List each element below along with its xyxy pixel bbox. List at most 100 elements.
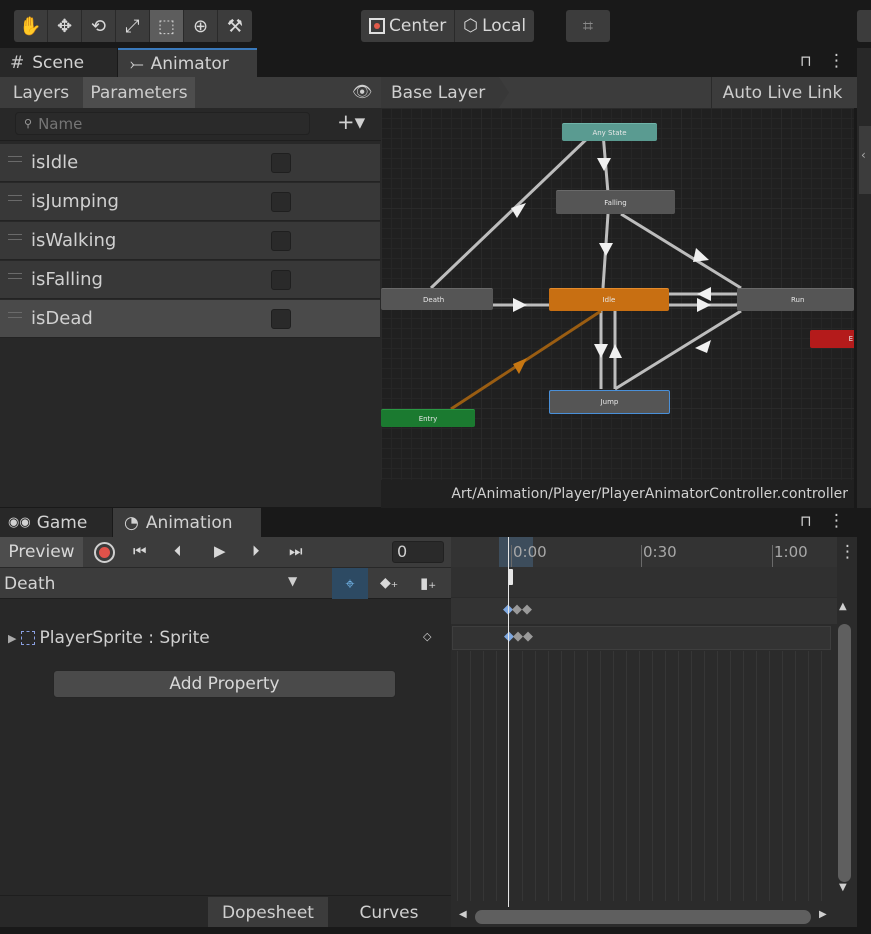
parameter-row[interactable]: isFalling: [0, 261, 380, 299]
space-local-button[interactable]: ⬡ Local: [455, 10, 534, 42]
state-jump[interactable]: Jump: [549, 390, 670, 414]
state-label: Idle: [602, 296, 616, 304]
timeline-menu-icon[interactable]: ⋮: [839, 542, 856, 562]
keyframe-diamond[interactable]: ◆◆: [512, 602, 532, 617]
rotate-tool-button[interactable]: ⟲: [82, 10, 116, 42]
tab-animator-label: Animator: [150, 53, 229, 74]
panel-menu-icon[interactable]: ⋮: [828, 51, 845, 71]
parameter-name[interactable]: isWalking: [31, 230, 261, 251]
clip-dropdown[interactable]: Death ▼: [0, 568, 306, 599]
space-label: Local: [482, 16, 527, 36]
property-row[interactable]: ▶ PlayerSprite : Sprite ◇: [0, 625, 451, 651]
expand-arrow-icon[interactable]: ▶: [8, 632, 16, 645]
record-button[interactable]: [94, 542, 115, 563]
state-falling[interactable]: Falling: [556, 190, 675, 214]
parameter-checkbox[interactable]: [271, 309, 291, 329]
tick-label: 0:00: [513, 543, 547, 561]
parameter-row[interactable]: isIdle: [0, 144, 380, 182]
play-icon[interactable]: ▶: [214, 542, 226, 560]
next-key-icon[interactable]: ⏵: [252, 542, 260, 560]
scale-tool-button[interactable]: ⤢: [116, 10, 150, 42]
keyframe-mode-button[interactable]: ⌖: [332, 568, 368, 599]
transform-tool-button[interactable]: ⊕: [184, 10, 218, 42]
state-exit[interactable]: E: [810, 330, 854, 348]
rect-tool-button[interactable]: ⬚: [150, 10, 184, 42]
parameter-search[interactable]: ⚲: [15, 112, 310, 135]
add-parameter-button[interactable]: +▾: [337, 110, 365, 134]
horizontal-scrollbar[interactable]: ◀ ▶: [451, 907, 837, 927]
main-toolbar: ✋ ✥ ⟲ ⤢ ⬚ ⊕ ⚒ Center ⬡ Local ⌗: [0, 0, 871, 48]
horizontal-scroll-thumb[interactable]: [475, 910, 811, 924]
parameter-name[interactable]: isIdle: [31, 152, 261, 173]
vertical-scrollbar[interactable]: ▲ ▼: [837, 597, 857, 902]
parameter-search-input[interactable]: [38, 114, 299, 133]
drag-handle-icon[interactable]: [8, 155, 22, 162]
parameter-row[interactable]: isJumping: [0, 183, 380, 221]
parameter-name[interactable]: isJumping: [31, 191, 261, 212]
state-run[interactable]: Run: [737, 288, 854, 311]
hand-tool-button[interactable]: ✋: [14, 10, 48, 42]
scroll-down-icon[interactable]: ▼: [839, 882, 847, 893]
breadcrumb[interactable]: Base Layer: [381, 77, 509, 108]
pivot-center-button[interactable]: Center: [361, 10, 456, 42]
dopesheet-label: Dopesheet: [222, 902, 314, 923]
drag-handle-icon[interactable]: [8, 311, 22, 318]
state-entry[interactable]: Entry: [381, 409, 475, 427]
state-any-state[interactable]: Any State: [562, 123, 657, 141]
parameter-checkbox[interactable]: [271, 231, 291, 251]
prev-key-icon[interactable]: ⏴: [174, 542, 182, 560]
panel-menu-icon[interactable]: ⋮: [828, 511, 845, 531]
scroll-up-icon[interactable]: ▲: [839, 601, 847, 612]
tab-layers[interactable]: Layers: [0, 77, 82, 108]
scroll-right-icon[interactable]: ▶: [819, 909, 827, 920]
scale-icon: ⤢: [125, 15, 140, 37]
dock-collapse-handle[interactable]: ‹: [859, 126, 871, 194]
add-property-button[interactable]: Add Property: [53, 670, 396, 698]
last-key-icon[interactable]: ⏭: [289, 542, 303, 560]
drag-handle-icon[interactable]: [8, 233, 22, 240]
animator-graph[interactable]: Any State Falling Death Idle Run E Jump …: [381, 108, 854, 480]
state-death[interactable]: Death: [381, 288, 493, 310]
tab-dopesheet[interactable]: Dopesheet: [208, 897, 328, 928]
tab-parameters[interactable]: Parameters: [83, 77, 195, 108]
scroll-left-icon[interactable]: ◀: [459, 909, 467, 920]
add-event-icon[interactable]: ▮₊: [420, 574, 436, 592]
auto-live-link-button[interactable]: Auto Live Link: [711, 77, 853, 108]
parameter-checkbox[interactable]: [271, 192, 291, 212]
dopesheet[interactable]: 0:00 0:30 1:00 ⋮ ◆ ◆◆ ◆ ◆◆ ▲ ▼ ◀ ▶: [451, 537, 857, 927]
diamond-icon[interactable]: ◇: [423, 630, 431, 643]
first-key-icon[interactable]: ⏮: [133, 542, 147, 560]
parameter-checkbox[interactable]: [271, 270, 291, 290]
grid-snap-button[interactable]: ⌗: [566, 10, 610, 42]
transition-arrow: [609, 344, 622, 358]
move-tool-button[interactable]: ✥: [48, 10, 82, 42]
parameter-row[interactable]: isDead: [0, 300, 380, 338]
state-label: Death: [423, 295, 445, 304]
custom-tool-button[interactable]: ⚒: [218, 10, 252, 42]
preview-button[interactable]: Preview: [0, 537, 83, 567]
parameter-name[interactable]: isDead: [31, 308, 261, 329]
toolbar-overflow: [857, 10, 871, 42]
eye-icon[interactable]: 👁: [352, 82, 372, 101]
tab-game[interactable]: ◉◉ Game: [0, 508, 112, 537]
add-keyframe-icon[interactable]: ◆₊: [380, 575, 398, 591]
frame-field[interactable]: 0: [392, 541, 444, 563]
parameter-row[interactable]: isWalking: [0, 222, 380, 260]
vertical-scroll-thumb[interactable]: [838, 624, 851, 882]
parameter-name[interactable]: isFalling: [31, 269, 261, 290]
keyframe-diamond[interactable]: ◆◆: [513, 629, 533, 644]
tab-scene[interactable]: # Scene: [0, 48, 117, 77]
lock-icon[interactable]: ⊓: [800, 52, 812, 70]
lock-icon[interactable]: ⊓: [800, 512, 812, 530]
parameter-checkbox[interactable]: [271, 153, 291, 173]
tab-curves[interactable]: Curves: [329, 897, 449, 928]
preview-label: Preview: [8, 542, 75, 562]
state-idle[interactable]: Idle: [549, 288, 669, 311]
tab-animator[interactable]: ⤚ Animator: [118, 48, 257, 77]
playhead-line[interactable]: [508, 537, 509, 907]
drag-handle-icon[interactable]: [8, 272, 22, 279]
status-strip: [0, 927, 871, 934]
breadcrumb-label: Base Layer: [391, 82, 486, 103]
tab-animation[interactable]: ◔ Animation: [113, 508, 261, 537]
drag-handle-icon[interactable]: [8, 194, 22, 201]
